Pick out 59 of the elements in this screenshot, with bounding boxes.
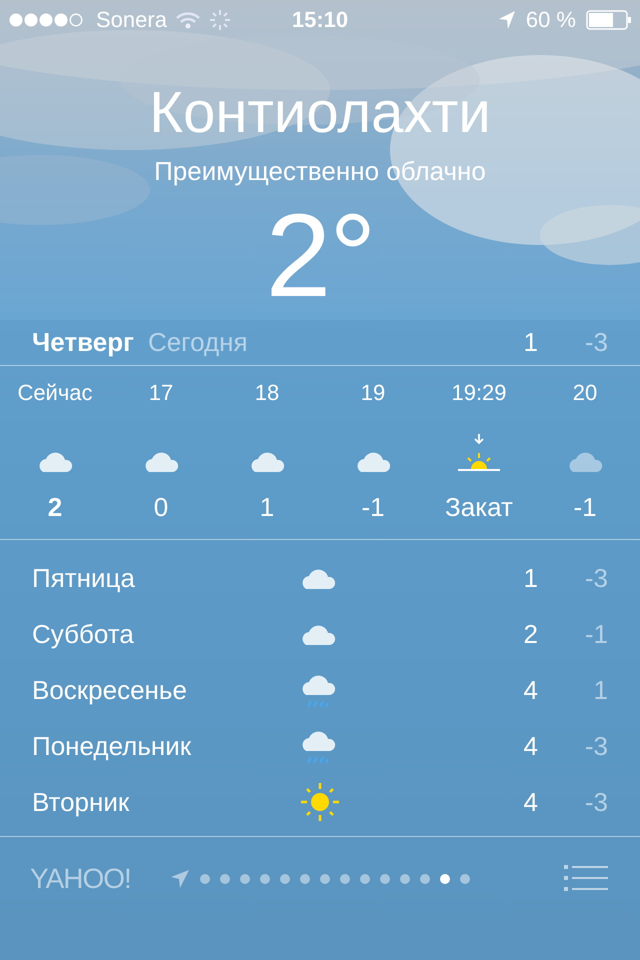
page-dot[interactable] [200,874,210,884]
page-dot[interactable] [220,874,230,884]
battery-icon [586,10,632,30]
low-temperature: -3 [584,786,608,818]
hour-label: 17 [148,380,174,406]
day-name: Суббота [32,618,135,650]
day-name: Вторник [32,786,130,818]
day-name: Четверг [32,326,134,358]
sunset-icon [457,434,501,474]
hour-temperature: -1 [573,492,597,523]
hour-temperature: Закат [445,492,513,523]
hour-label: 19 [360,380,386,406]
wifi-icon [174,10,201,30]
high-temperature: 2 [522,618,538,650]
hour-label: 18 [254,380,280,406]
weather-condition: Преимущественно облачно [154,156,486,187]
page-dot[interactable] [240,874,250,884]
spinner-icon [208,9,231,31]
day-name: Пятница [32,562,136,594]
page-dot[interactable] [280,874,290,884]
day-name: Понедельник [32,730,192,762]
location-arrow-icon [498,10,516,30]
hour-temperature: 1 [260,492,274,523]
page-dot[interactable] [260,874,270,884]
low-temperature: -3 [584,326,608,358]
high-temperature: 4 [522,730,538,762]
battery-percent: 60 % [526,7,576,33]
high-temperature: 4 [522,674,538,706]
page-dot[interactable] [460,874,470,884]
clock: 15:10 [290,7,350,33]
sun-icon [300,782,340,822]
page-dot[interactable] [340,874,350,884]
page-dot[interactable] [360,874,370,884]
hour-label: 20 [572,380,598,406]
page-dot[interactable] [440,874,450,884]
logo: YAHOO! [30,863,132,895]
page-dot[interactable] [300,874,310,884]
hour-label: 19:29 [451,380,507,406]
page-dot[interactable] [420,874,430,884]
page-dot[interactable] [380,874,390,884]
hour-temperature: 2 [48,492,62,523]
high-temperature: 1 [522,562,538,594]
hour-temperature: -1 [361,492,385,523]
today-label: Сегодня [148,326,249,358]
high-temperature: 1 [522,326,538,358]
current-temperature: 2° [266,191,374,321]
hour-label: Сейчас [17,380,93,406]
day-name: Воскресенье [32,674,188,706]
low-temperature: -3 [584,562,608,594]
location-arrow-icon[interactable] [170,869,190,889]
high-temperature: 4 [522,786,538,818]
low-temperature: -3 [584,730,608,762]
low-temperature: -1 [584,618,608,650]
hour-temperature: 0 [154,492,168,523]
carrier-name: Sonera [96,7,167,33]
page-dot[interactable] [400,874,410,884]
page-dot[interactable] [320,874,330,884]
city-name: Контиолахти [149,79,491,147]
low-temperature: 1 [592,674,608,706]
